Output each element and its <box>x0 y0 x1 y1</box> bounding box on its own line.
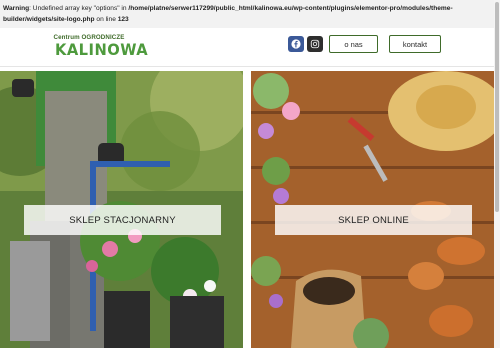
warning-line-number: 123 <box>117 15 129 23</box>
store-label-stationary: SKLEP STACJONARNY <box>24 205 221 235</box>
facebook-link[interactable] <box>288 36 304 52</box>
store-label-online: SKLEP ONLINE <box>275 205 472 235</box>
nav-contact-button[interactable]: kontakt <box>389 35 441 53</box>
store-panel-stationary[interactable]: SKLEP STACJONARNY <box>0 71 243 348</box>
facebook-icon <box>291 39 301 49</box>
site-logo[interactable]: Centrum OGRODNICZE KALINOWA <box>52 34 149 60</box>
php-warning-notice: Warning: Undefined array key "options" i… <box>0 0 494 28</box>
page-scrollbar[interactable] <box>494 0 500 348</box>
warning-line-text: on line <box>94 15 118 23</box>
site-header: Centrum OGRODNICZE KALINOWA o nas kontak… <box>0 28 494 67</box>
warning-prefix: Warning <box>3 5 30 12</box>
store-panel-online[interactable]: SKLEP ONLINE <box>251 71 494 348</box>
scrollbar-thumb[interactable] <box>495 2 499 212</box>
instagram-icon <box>310 39 320 49</box>
nav-about-button[interactable]: o nas <box>329 35 378 53</box>
warning-message: : Undefined array key "options" in <box>29 5 129 12</box>
instagram-link[interactable] <box>307 36 323 52</box>
logo-main-text: KALINOWA <box>54 40 149 59</box>
